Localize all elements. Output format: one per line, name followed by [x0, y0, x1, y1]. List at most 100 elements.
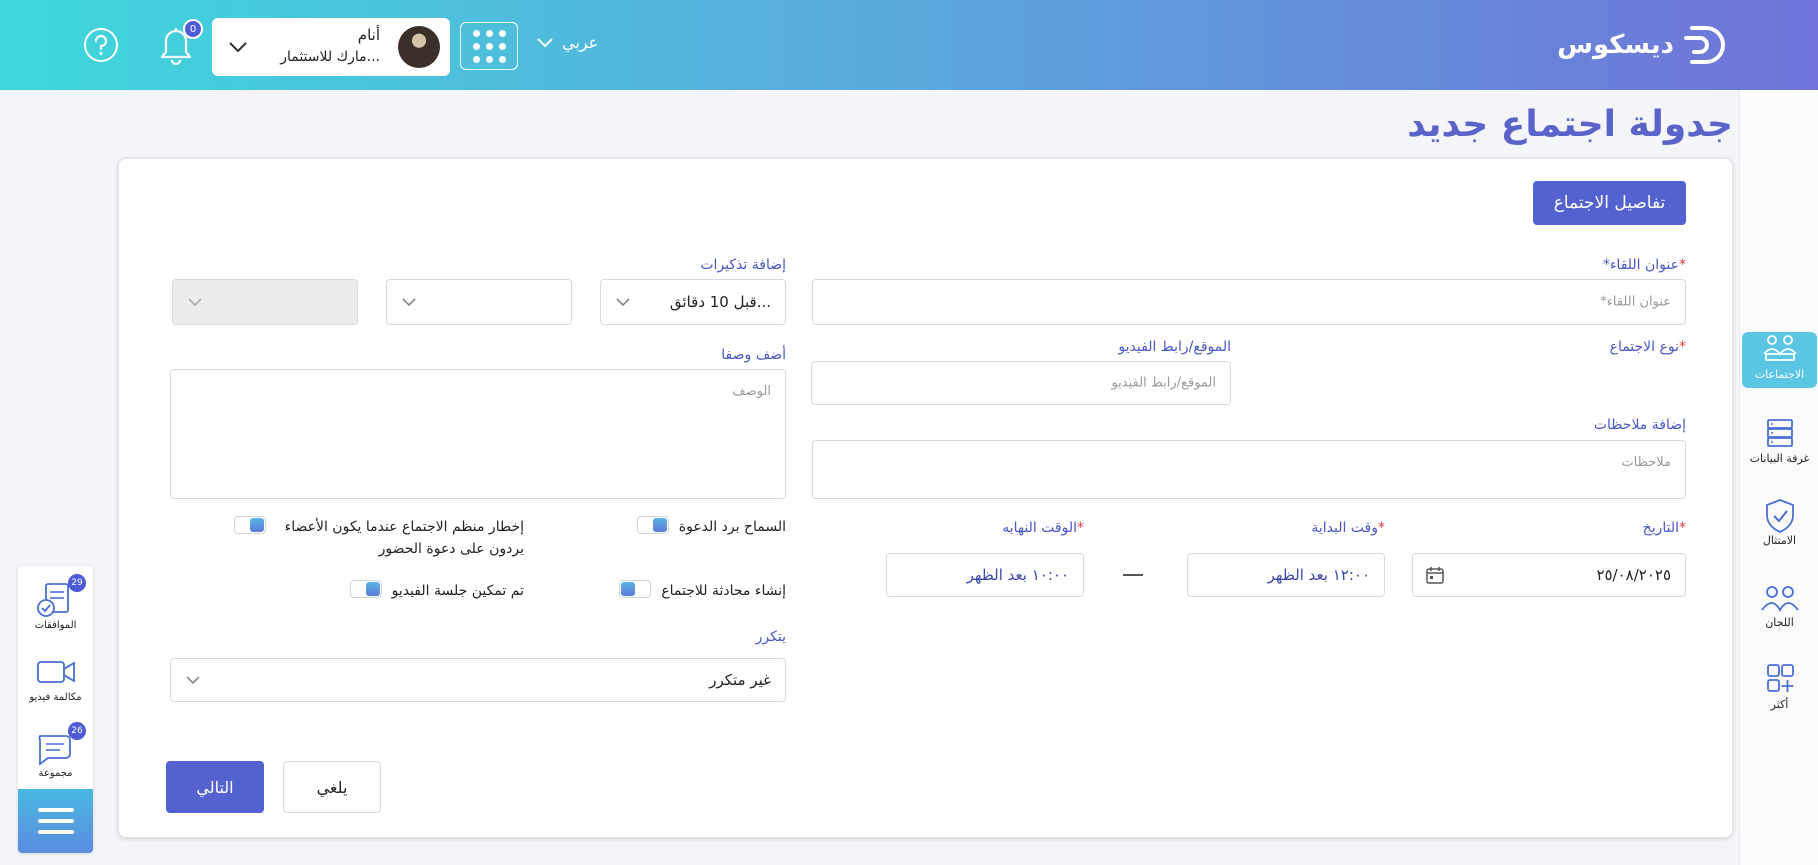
- start-time-value: ١٢:٠٠ بعد الظهر: [1267, 566, 1370, 584]
- end-time-label: الوقت النهايه*: [1002, 520, 1084, 536]
- notify-organizer-toggle-row: إخطار منظم الاجتماع عندما يكون الأعضاء ي…: [234, 516, 524, 560]
- recurrence-value: غير متكرر: [709, 671, 771, 689]
- grid-dot: [472, 29, 480, 37]
- quick-item-label: الموافقات: [34, 620, 77, 631]
- next-button[interactable]: التالي: [166, 761, 264, 813]
- meeting-form-card: تفاصيل الاجتماع *عنوان اللقاء* *عنوان ال…: [118, 158, 1733, 838]
- chevron-down-icon: [537, 37, 553, 47]
- title-label: *عنوان اللقاء*: [1603, 257, 1686, 273]
- video-enabled-label: تم تمكين جلسة الفيديو: [391, 583, 524, 599]
- sidebar-item-label: أكثر: [1770, 698, 1789, 711]
- grid-dot: [472, 55, 480, 63]
- create-chat-toggle-row: إنشاء محادثة للاجتماع: [619, 580, 786, 602]
- user-profile-dropdown[interactable]: أنام مارك للاستثمار...: [212, 18, 450, 76]
- sidebar-item-data-room[interactable]: غرفة البيانات: [1742, 416, 1817, 472]
- user-company: مارك للاستثمار...: [280, 49, 380, 65]
- data-room-icon: [1766, 419, 1793, 447]
- grid-dot: [498, 55, 506, 63]
- language-label: عربي: [562, 33, 599, 52]
- create-chat-toggle[interactable]: [619, 580, 652, 598]
- required-marker: *: [1602, 257, 1610, 273]
- help-icon[interactable]: [83, 27, 119, 63]
- notes-placeholder: ملاحظات: [1621, 455, 1671, 470]
- menu-bar: [37, 819, 74, 823]
- app-logo[interactable]: ديسكوس: [1557, 22, 1728, 68]
- left-quick-bar: الموافقات 29 مكالمة فيديو مجموعة 26: [18, 566, 93, 853]
- quick-item-label: مجموعة: [38, 768, 73, 779]
- approvals-badge: 29: [68, 574, 86, 592]
- notes-label: إضافة ملاحظات: [1593, 417, 1686, 433]
- group-badge: 26: [68, 722, 86, 740]
- description-textarea[interactable]: الوصف: [170, 369, 786, 499]
- right-sidebar: الاجتماعات غرفة البيانات الامتثال اللجان: [1739, 90, 1818, 865]
- sidebar-item-label: غرفة البيانات: [1749, 452, 1810, 465]
- required-marker: *: [1077, 520, 1084, 536]
- end-time-value: ١٠:٠٠ بعد الظهر: [966, 566, 1069, 584]
- apps-grid-button[interactable]: [460, 22, 518, 70]
- meeting-details-tab[interactable]: تفاصيل الاجتماع: [1533, 181, 1686, 225]
- grid-dot: [485, 29, 493, 37]
- end-time-picker[interactable]: ١٠:٠٠ بعد الظهر: [886, 553, 1084, 597]
- description-placeholder: الوصف: [732, 384, 771, 399]
- chevron-down-icon: [188, 298, 202, 307]
- grid-dot: [485, 55, 493, 63]
- notes-textarea[interactable]: ملاحظات: [812, 440, 1686, 499]
- chevron-down-icon: [186, 676, 200, 685]
- allow-rsvp-toggle[interactable]: [636, 516, 669, 534]
- title-placeholder: *عنوان اللقاء: [1600, 294, 1671, 310]
- location-input[interactable]: الموقع/رابط الفيديو: [811, 361, 1231, 405]
- notify-organizer-toggle[interactable]: [234, 516, 266, 534]
- reminder-extra-select[interactable]: [172, 279, 358, 325]
- avatar: [398, 26, 440, 68]
- user-name: أنام: [357, 26, 380, 44]
- grid-dot: [498, 29, 506, 37]
- reminder-select[interactable]: قبل 10 دقائق...: [600, 279, 786, 325]
- video-enabled-toggle-row: تم تمكين جلسة الفيديو: [349, 580, 524, 602]
- more-apps-icon: [1766, 664, 1794, 692]
- required-marker: *: [1679, 339, 1686, 355]
- grid-dot: [485, 42, 493, 50]
- sidebar-item-label: الامتثال: [1762, 534, 1797, 547]
- sidebar-item-more[interactable]: أكثر: [1742, 662, 1817, 718]
- notify-organizer-label: إخطار منظم الاجتماع عندما يكون الأعضاء ي…: [284, 519, 524, 557]
- toggle-knob: [250, 518, 264, 532]
- committees-icon: [1760, 586, 1799, 612]
- sidebar-item-meetings[interactable]: الاجتماعات: [1742, 332, 1817, 388]
- meetings-icon: [1762, 335, 1797, 361]
- meeting-title-input[interactable]: *عنوان اللقاء: [812, 279, 1686, 325]
- video-call-icon: [36, 661, 75, 683]
- page-title: جدولة اجتماع جديد: [1407, 104, 1733, 145]
- date-picker[interactable]: ٢٥/٠٨/٢٠٢٥: [1412, 553, 1686, 597]
- meeting-type-label: نوع الاجتماع*: [1610, 339, 1686, 355]
- calendar-icon[interactable]: [1425, 565, 1445, 585]
- chevron-down-icon: [616, 298, 630, 307]
- location-placeholder: الموقع/رابط الفيديو: [1111, 375, 1216, 391]
- cancel-button[interactable]: يلغي: [283, 761, 381, 813]
- sidebar-item-label: اللجان: [1765, 616, 1794, 629]
- video-enabled-toggle[interactable]: [349, 580, 382, 598]
- quick-item-label: مكالمة فيديو: [29, 692, 82, 703]
- date-value: ٢٥/٠٨/٢٠٢٥: [1596, 566, 1671, 584]
- hamburger-menu-button[interactable]: [18, 789, 93, 853]
- required-marker: *: [1679, 257, 1686, 273]
- end-time-label-text: الوقت النهايه: [1002, 520, 1077, 536]
- location-label: الموقع/رابط الفيديو: [1118, 339, 1231, 355]
- allow-rsvp-toggle-row: السماح برد الدعوة: [636, 516, 786, 538]
- reminder-unit-select[interactable]: [386, 279, 572, 325]
- reminders-label: إضافة تذكيرات: [700, 257, 786, 273]
- sidebar-item-committees[interactable]: اللجان: [1742, 580, 1817, 636]
- required-marker: *: [1679, 520, 1686, 536]
- language-selector[interactable]: عربي: [536, 33, 598, 52]
- date-label: التاريخ*: [1643, 520, 1686, 536]
- grid-dot: [498, 42, 506, 50]
- quick-item-video-call[interactable]: مكالمة فيديو: [18, 652, 93, 703]
- sidebar-item-compliance[interactable]: الامتثال: [1742, 498, 1817, 554]
- create-chat-label: إنشاء محادثة للاجتماع: [661, 583, 786, 599]
- grid-dot: [472, 42, 480, 50]
- chevron-down-icon: [229, 42, 247, 53]
- start-time-picker[interactable]: ١٢:٠٠ بعد الظهر: [1187, 553, 1385, 597]
- logo-mark-icon: [1684, 26, 1725, 64]
- recurrence-select[interactable]: غير متكرر: [170, 658, 786, 702]
- title-label-text: عنوان اللقاء: [1609, 257, 1679, 273]
- notification-badge: 0: [183, 19, 203, 39]
